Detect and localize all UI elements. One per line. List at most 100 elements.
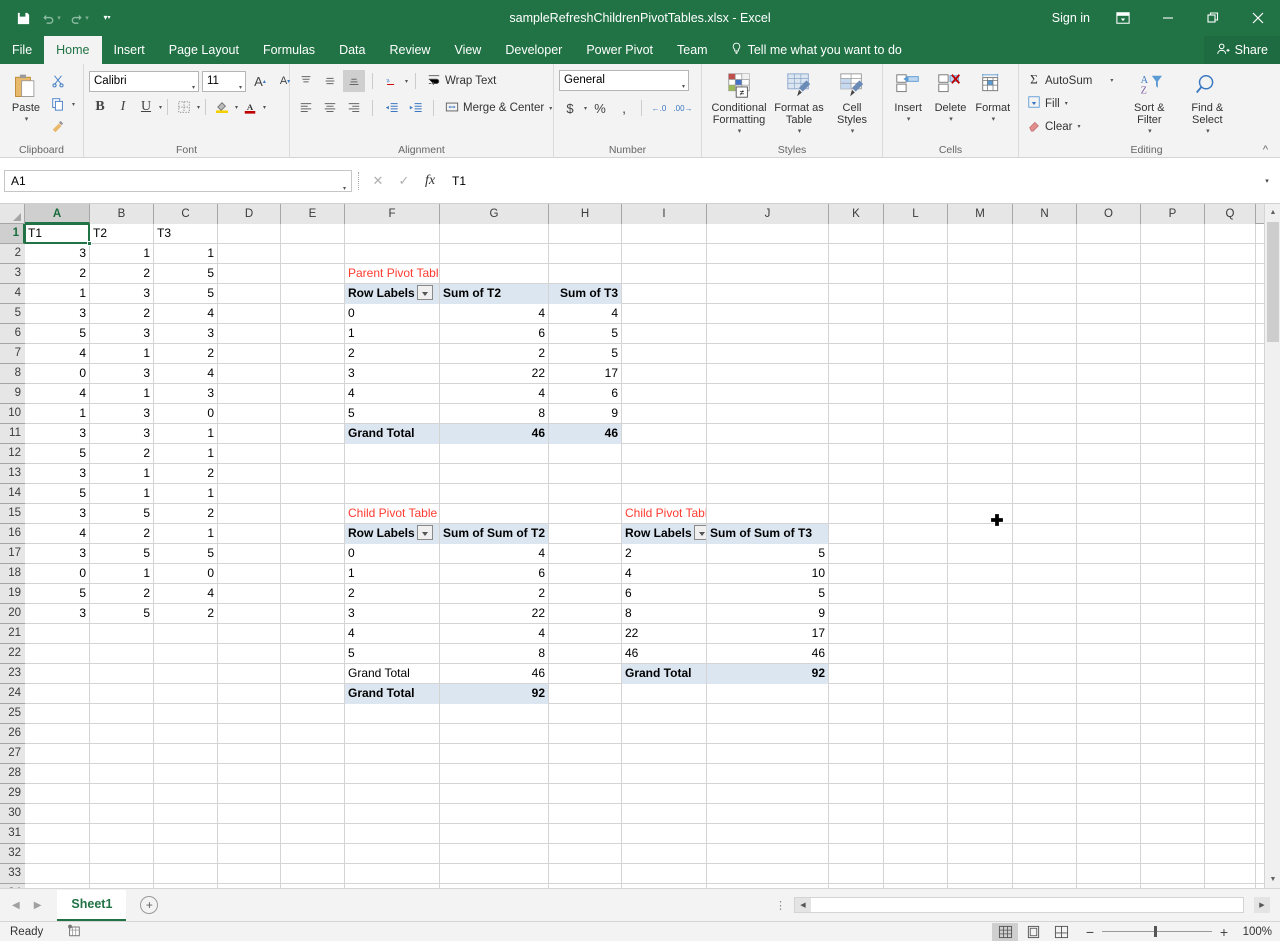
column-header-G[interactable]: G — [440, 204, 549, 224]
cell-source-value[interactable]: 4 — [154, 364, 217, 384]
close-button[interactable] — [1235, 0, 1280, 36]
child-pivot-right-title[interactable]: Child Pivot Table — [622, 504, 706, 524]
child-pivot-right-row-label[interactable]: 2 — [622, 544, 706, 564]
cell-source-value[interactable]: 1 — [154, 484, 217, 504]
cell-source-header[interactable]: T3 — [154, 224, 217, 244]
cancel-edit-icon[interactable]: ✕ — [365, 170, 391, 192]
cell-source-value[interactable]: 2 — [90, 444, 153, 464]
vertical-scroll-thumb[interactable] — [1267, 222, 1279, 342]
cell-source-value[interactable]: 2 — [90, 584, 153, 604]
child-pivot-right-row-label[interactable]: 46 — [622, 644, 706, 664]
redo-icon[interactable]: ▾ — [66, 6, 92, 30]
child-pivot-right-row-labels-header[interactable]: Row Labels — [622, 524, 706, 544]
child-pivot-left-row-label[interactable]: 4 — [345, 624, 439, 644]
orientation-icon[interactable]: a — [380, 70, 402, 92]
copy-icon[interactable] — [47, 93, 69, 115]
sheet-next-icon[interactable]: ▶ — [34, 900, 42, 911]
child-pivot-left-value[interactable]: 46 — [440, 664, 548, 684]
fill-handle[interactable] — [87, 241, 92, 246]
row-header-3[interactable]: 3 — [0, 264, 25, 284]
row-header-23[interactable]: 23 — [0, 664, 25, 684]
save-icon[interactable] — [10, 6, 36, 30]
child-pivot-left-row-label[interactable]: 3 — [345, 604, 439, 624]
row-header-13[interactable]: 13 — [0, 464, 25, 484]
row-header-31[interactable]: 31 — [0, 824, 25, 844]
cell-source-value[interactable]: 5 — [25, 444, 89, 464]
zoom-slider-thumb[interactable] — [1154, 926, 1157, 937]
clear-button[interactable]: Clear ▾ — [1024, 116, 1116, 137]
child-pivot-left-value[interactable]: 2 — [440, 584, 548, 604]
parent-pivot-grand-total-label[interactable]: Grand Total — [345, 424, 439, 444]
autosum-button[interactable]: Σ AutoSum ▾ — [1024, 70, 1116, 91]
restore-button[interactable] — [1190, 0, 1235, 36]
child-pivot-right-col-header[interactable]: Sum of Sum of T3 — [707, 524, 828, 544]
conditional-formatting-button[interactable]: ≠ Conditional Formatting ▾ — [709, 68, 769, 138]
parent-pivot-col-header[interactable]: Sum of T3 — [549, 284, 621, 304]
wrap-text-button[interactable]: Wrap Text — [423, 70, 500, 92]
row-header-18[interactable]: 18 — [0, 564, 25, 584]
tab-data[interactable]: Data — [327, 36, 377, 64]
cell-source-value[interactable]: 3 — [25, 244, 89, 264]
cell-source-value[interactable]: 5 — [25, 324, 89, 344]
expand-formula-bar-icon[interactable]: ▾ — [1258, 170, 1276, 192]
parent-pivot-grand-total-value[interactable]: 46 — [549, 424, 621, 444]
row-header-15[interactable]: 15 — [0, 504, 25, 524]
column-header-D[interactable]: D — [218, 204, 281, 224]
cell-source-value[interactable]: 1 — [25, 404, 89, 424]
cell-source-value[interactable]: 5 — [154, 264, 217, 284]
cell-source-header[interactable]: T2 — [90, 224, 153, 244]
tab-file[interactable]: File — [0, 36, 44, 64]
align-right-icon[interactable] — [343, 97, 365, 119]
cell-source-value[interactable]: 3 — [25, 464, 89, 484]
child-pivot-right-grand-total-label[interactable]: Grand Total — [622, 664, 706, 684]
sign-in-button[interactable]: Sign in — [1042, 11, 1100, 25]
cell-source-value[interactable]: 5 — [90, 504, 153, 524]
sort-filter-button[interactable]: A Z Sort & Filter ▾ — [1124, 68, 1174, 138]
cell-source-value[interactable]: 2 — [90, 524, 153, 544]
scroll-left-icon[interactable]: ◀ — [795, 898, 811, 912]
cell-source-value[interactable]: 1 — [90, 244, 153, 264]
row-header-27[interactable]: 27 — [0, 744, 25, 764]
row-header-19[interactable]: 19 — [0, 584, 25, 604]
cell-source-value[interactable]: 1 — [25, 284, 89, 304]
child-pivot-right-value[interactable]: 46 — [707, 644, 828, 664]
normal-view-icon[interactable] — [992, 923, 1018, 941]
row-header-29[interactable]: 29 — [0, 784, 25, 804]
currency-button[interactable]: $ — [559, 97, 581, 119]
minimize-button[interactable] — [1145, 0, 1190, 36]
row-header-6[interactable]: 6 — [0, 324, 25, 344]
sheet-prev-icon[interactable]: ◀ — [12, 900, 20, 911]
align-center-icon[interactable] — [319, 97, 341, 119]
row-header-21[interactable]: 21 — [0, 624, 25, 644]
cell-source-value[interactable]: 1 — [90, 464, 153, 484]
increase-indent-icon[interactable] — [404, 97, 426, 119]
cell-source-value[interactable]: 5 — [90, 544, 153, 564]
cell-source-value[interactable]: 0 — [25, 564, 89, 584]
cell-styles-button[interactable]: Cell Styles ▾ — [829, 68, 875, 138]
borders-icon[interactable] — [173, 96, 195, 118]
merge-center-button[interactable]: Merge & Center ▾ — [441, 97, 556, 119]
cell-source-value[interactable]: 1 — [154, 244, 217, 264]
column-header-N[interactable]: N — [1013, 204, 1077, 224]
sheet-resize-handle[interactable]: ⋮ — [775, 899, 794, 912]
cell-source-value[interactable]: 4 — [25, 524, 89, 544]
column-header-L[interactable]: L — [884, 204, 948, 224]
child-pivot-left-value[interactable]: 6 — [440, 564, 548, 584]
formula-input[interactable]: T1 — [447, 170, 1258, 192]
ribbon-display-options-icon[interactable] — [1100, 0, 1145, 36]
child-pivot-right-value[interactable]: 5 — [707, 584, 828, 604]
parent-pivot-value[interactable]: 6 — [440, 324, 548, 344]
child-pivot-left-value[interactable]: 8 — [440, 644, 548, 664]
child-pivot-left-row-label[interactable]: Grand Total — [345, 664, 439, 684]
cell-source-value[interactable]: 3 — [25, 544, 89, 564]
column-header-F[interactable]: F — [345, 204, 440, 224]
cell-source-value[interactable]: 3 — [154, 324, 217, 344]
column-header-C[interactable]: C — [154, 204, 218, 224]
cell-source-value[interactable]: 5 — [154, 284, 217, 304]
child-pivot-right-value[interactable]: 9 — [707, 604, 828, 624]
child-pivot-right-row-label[interactable]: 22 — [622, 624, 706, 644]
tab-power-pivot[interactable]: Power Pivot — [574, 36, 665, 64]
cell-source-value[interactable]: 3 — [25, 504, 89, 524]
cell-source-value[interactable]: 1 — [90, 564, 153, 584]
row-header-26[interactable]: 26 — [0, 724, 25, 744]
